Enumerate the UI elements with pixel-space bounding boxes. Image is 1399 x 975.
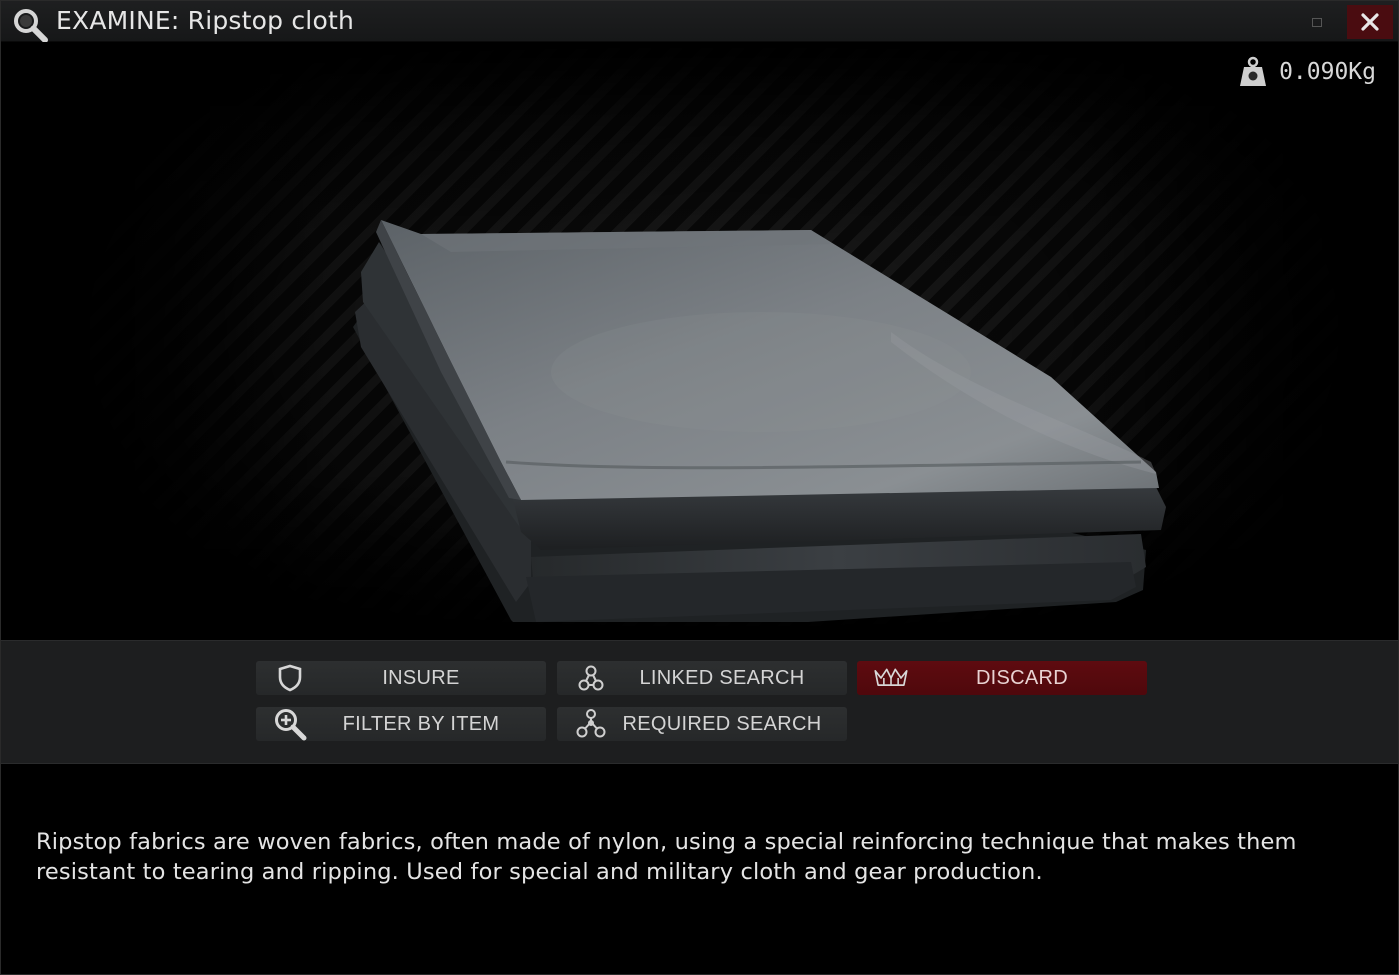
magnifier-icon [14,9,48,43]
discard-label: DISCARD [975,667,1069,689]
minimize-icon [1312,17,1322,27]
linked-search-button[interactable]: LINKED SEARCH [557,661,847,695]
weight-icon [1240,56,1267,86]
item-description: Ripstop fabrics are woven fabrics, often… [36,829,1297,885]
action-bar: INSURE LINKED SEARCH DISCARD FILTER BY I… [1,640,1398,764]
insure-label: INSURE [382,667,460,689]
title-bar[interactable]: EXAMINE: Ripstop cloth [1,1,1398,43]
close-button[interactable] [1347,5,1393,39]
minimize-button[interactable] [1297,5,1337,39]
linked-search-label: LINKED SEARCH [639,667,805,689]
filter-by-item-button[interactable]: FILTER BY ITEM [256,707,546,741]
examine-window: EXAMINE: Ripstop cloth 0.090Kg INSURE LI… [0,0,1399,975]
filter-by-item-label: FILTER BY ITEM [342,713,500,735]
weight-display: 0.090Kg [1239,56,1376,88]
close-icon [1361,13,1379,31]
item-preview[interactable]: 0.090Kg [1,42,1398,640]
discard-button[interactable]: DISCARD [857,661,1147,695]
required-search-label: REQUIRED SEARCH [622,713,822,735]
required-search-button[interactable]: REQUIRED SEARCH [557,707,847,741]
weight-value: 0.090Kg [1279,59,1376,85]
item-model-image[interactable] [331,162,1181,622]
window-title: EXAMINE: Ripstop cloth [56,6,354,35]
insure-button[interactable]: INSURE [256,661,546,695]
